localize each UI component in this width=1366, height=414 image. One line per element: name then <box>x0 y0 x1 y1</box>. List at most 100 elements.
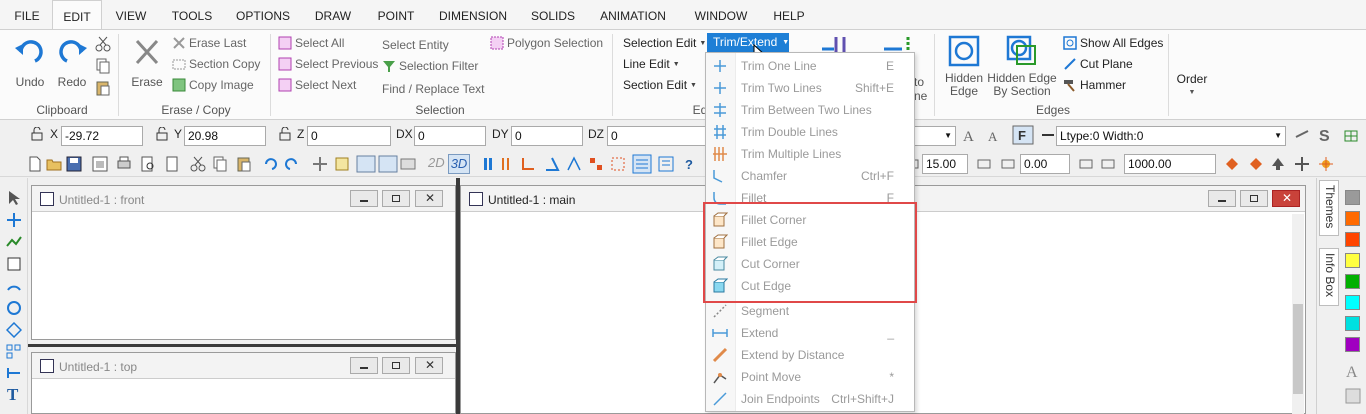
font-size-up-icon[interactable]: A <box>962 127 982 145</box>
print-icon[interactable] <box>116 156 132 172</box>
circle-icon[interactable] <box>6 300 22 316</box>
redo-button[interactable]: Redo <box>52 38 92 89</box>
arrow-up-icon[interactable] <box>1270 156 1286 172</box>
menu-item-trim-double-lines[interactable]: Trim Double Lines <box>706 121 914 143</box>
grid-icon[interactable] <box>1344 127 1360 143</box>
style-select[interactable]: ▼ <box>910 126 956 146</box>
minimize-button[interactable] <box>350 190 378 207</box>
select-previous-button[interactable]: Select Previous <box>278 55 378 73</box>
value-field-1[interactable]: 15.00 <box>922 154 968 174</box>
restore-button[interactable] <box>382 357 410 374</box>
tab-help[interactable]: HELP <box>766 0 812 30</box>
view-box-icon[interactable] <box>378 155 398 173</box>
close-button[interactable]: ✕ <box>1272 190 1300 207</box>
find-replace-button[interactable]: Find / Replace Text <box>382 80 485 98</box>
close-button[interactable]: ✕ <box>415 357 443 374</box>
selection-edit-dropdown[interactable]: Selection Edit ▼ <box>623 36 706 50</box>
vertical-scrollbar[interactable] <box>1292 214 1304 414</box>
close-button[interactable]: ✕ <box>415 190 443 207</box>
color-swatch[interactable] <box>1345 274 1360 289</box>
pan-icon[interactable] <box>312 156 328 172</box>
snap-points-icon[interactable] <box>500 156 516 172</box>
dx-field[interactable]: 0 <box>414 126 486 146</box>
snap-ends-icon[interactable] <box>610 156 626 172</box>
paste-icon[interactable] <box>236 156 252 172</box>
layer-up-icon[interactable] <box>1248 156 1264 172</box>
pen-icon[interactable] <box>1294 127 1310 143</box>
minimize-button[interactable] <box>1208 190 1236 207</box>
copy-icon[interactable] <box>212 156 228 172</box>
menu-item-chamfer[interactable]: Chamfer Ctrl+F <box>706 165 914 187</box>
linetype-select[interactable]: Ltype:0 Width:0 ▼ <box>1056 126 1286 146</box>
mode-2d-button[interactable]: 2D <box>428 155 448 173</box>
menu-item-trim-multiple-lines[interactable]: Trim Multiple Lines <box>706 143 914 165</box>
line-edit-dropdown[interactable]: Line Edit ▼ <box>623 57 680 71</box>
grid-snap-icon[interactable] <box>588 156 604 172</box>
dimension-icon[interactable] <box>976 156 992 172</box>
tab-draw[interactable]: DRAW <box>306 0 360 30</box>
font-style-icon[interactable]: F <box>1012 125 1034 145</box>
help-cursor-icon[interactable]: ? <box>684 156 700 172</box>
font-size-down-icon[interactable]: A <box>986 127 1004 144</box>
tab-themes[interactable]: Themes <box>1319 180 1339 236</box>
hidden-edge-button[interactable]: Hidden Edge <box>940 34 988 98</box>
erase-last-button[interactable]: Erase Last <box>172 34 246 52</box>
move-icon[interactable] <box>1294 156 1310 172</box>
menu-item-trim-two-lines[interactable]: Trim Two Lines Shift+E <box>706 77 914 99</box>
viewport-top[interactable]: Untitled-1 : top ✕ <box>31 352 456 414</box>
menu-item-join-endpoints[interactable]: Join Endpoints Ctrl+Shift+J <box>706 388 914 410</box>
lock-icon[interactable] <box>30 126 44 141</box>
tab-info-box[interactable]: Info Box <box>1319 248 1339 306</box>
pause-icon[interactable] <box>480 156 496 172</box>
select-all-button[interactable]: Select All <box>278 34 344 52</box>
line-style-icon[interactable] <box>1040 127 1056 143</box>
dz-field[interactable]: 0 <box>607 126 707 146</box>
color-swatch[interactable] <box>1345 253 1360 268</box>
cut-plane-button[interactable]: Cut Plane <box>1063 55 1133 73</box>
arc-icon[interactable] <box>6 278 22 294</box>
section-edit-dropdown[interactable]: Section Edit ▼ <box>623 78 697 92</box>
color-swatch[interactable] <box>1345 232 1360 247</box>
undo-button[interactable]: Undo <box>10 38 50 89</box>
y-field[interactable]: 20.98 <box>184 126 266 146</box>
snap-s-icon[interactable]: S <box>1318 126 1334 145</box>
open-folder-icon[interactable] <box>46 156 62 172</box>
print-preview-icon[interactable] <box>140 156 156 172</box>
order-dropdown[interactable]: Order ▼ <box>1172 72 1212 96</box>
text-tool-icon[interactable]: T <box>6 384 22 404</box>
cut-icon[interactable] <box>95 36 111 52</box>
section-copy-button[interactable]: Section Copy <box>172 55 260 73</box>
layout-icon[interactable] <box>632 154 652 174</box>
trim-extend-dropdown[interactable]: Trim/Extend ▼ <box>707 33 789 52</box>
document-icon[interactable] <box>164 156 180 172</box>
save-as-icon[interactable] <box>92 156 108 172</box>
triangle-snap-icon[interactable] <box>566 156 582 172</box>
fill-icon[interactable] <box>1345 388 1361 404</box>
ortho-icon[interactable] <box>520 156 536 172</box>
menu-item-segment[interactable]: Segment <box>706 300 914 322</box>
menu-item-point-move[interactable]: Point Move * <box>706 366 914 388</box>
array-icon[interactable] <box>6 344 22 360</box>
menu-item-trim-between-two-lines[interactable]: Trim Between Two Lines <box>706 99 914 121</box>
menu-item-trim-one-line[interactable]: Trim One Line E <box>706 55 914 77</box>
show-all-edges-button[interactable]: Show All Edges <box>1063 34 1163 52</box>
mode-3d-button[interactable]: 3D <box>448 154 470 174</box>
snap-target-icon[interactable] <box>1318 156 1334 172</box>
lock-icon[interactable] <box>155 126 169 141</box>
hidden-edge-by-section-button[interactable]: Hidden Edge By Section <box>986 34 1058 98</box>
dimension-icon[interactable] <box>1000 156 1016 172</box>
z-field[interactable]: 0 <box>307 126 391 146</box>
minimize-button[interactable] <box>350 357 378 374</box>
tab-view[interactable]: VIEW <box>108 0 154 30</box>
zoom-window-icon[interactable] <box>334 156 350 172</box>
layout-alt-icon[interactable] <box>658 156 674 172</box>
value-field-2[interactable]: 0.00 <box>1020 154 1070 174</box>
paste-icon[interactable] <box>95 80 111 96</box>
tab-dimension[interactable]: DIMENSION <box>432 0 514 30</box>
view-box-icon[interactable] <box>356 155 376 173</box>
text-color-icon[interactable]: A <box>1345 362 1361 381</box>
restore-button[interactable] <box>382 190 410 207</box>
color-swatch[interactable] <box>1345 316 1360 331</box>
restore-button[interactable] <box>1240 190 1268 207</box>
hammer-button[interactable]: Hammer <box>1063 76 1126 94</box>
